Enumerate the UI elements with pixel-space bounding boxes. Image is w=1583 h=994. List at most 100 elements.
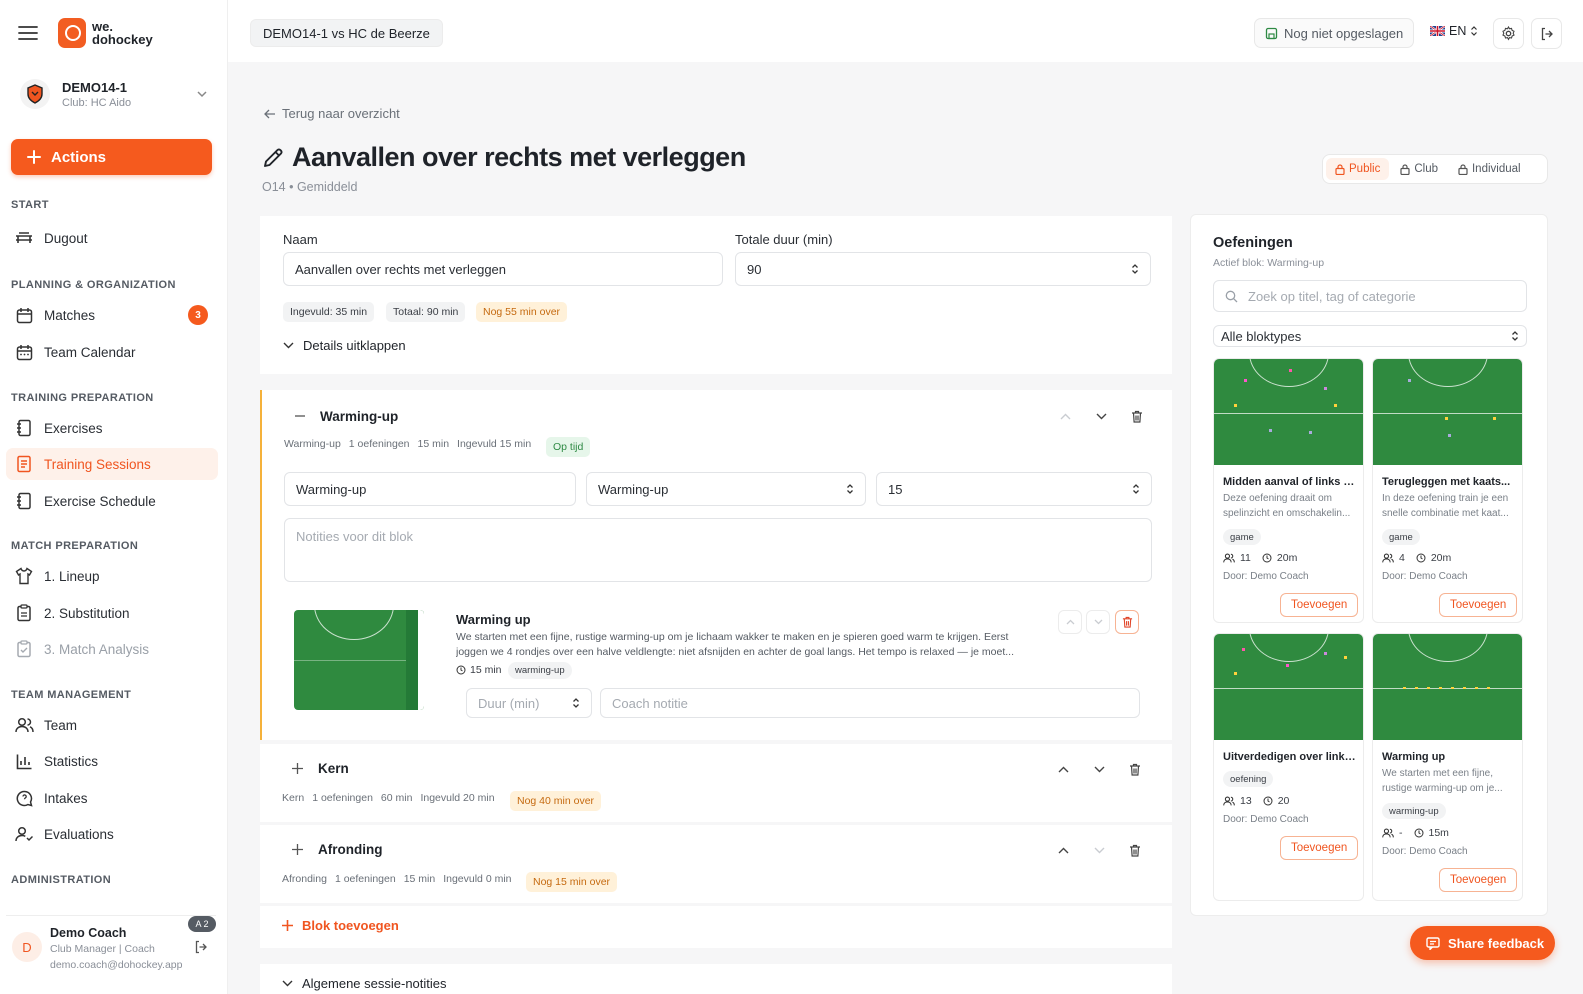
clock-icon <box>456 665 466 675</box>
add-exercise-button[interactable]: Toevoegen <box>1280 836 1359 860</box>
language-selector[interactable]: EN <box>1430 24 1478 38</box>
card-stats: - 15m <box>1382 827 1449 839</box>
remaining-chip: Nog 55 min over <box>476 302 568 322</box>
exercise-duration-input[interactable]: Duur (min) <box>466 688 592 718</box>
general-notes-label: Algemene sessie-notities <box>302 976 447 991</box>
chevron-up-icon[interactable] <box>1057 408 1073 424</box>
chevron-down-icon[interactable] <box>1093 408 1109 424</box>
exercise-move-up[interactable] <box>1058 610 1082 634</box>
nav-substitution[interactable]: 2. Substitution <box>6 597 218 629</box>
chevron-updown-icon <box>846 483 854 495</box>
block-kern-title: Kern <box>318 761 349 776</box>
card-stats: 4 20m <box>1382 552 1451 564</box>
library-filter-select[interactable]: Alle bloktypes <box>1213 325 1527 347</box>
nav-team-calendar[interactable]: Team Calendar <box>6 336 218 368</box>
nav-match-analysis[interactable]: 3. Match Analysis <box>6 633 218 665</box>
chevron-down-icon[interactable] <box>1091 761 1107 777</box>
visibility-individual[interactable]: Individual <box>1449 158 1530 180</box>
actions-button[interactable]: Actions <box>11 139 212 175</box>
nav-team[interactable]: Team <box>6 709 218 741</box>
plus-icon <box>282 920 293 931</box>
total-chip: Totaal: 90 min <box>386 302 466 322</box>
nav-lineup[interactable]: 1. Lineup <box>6 560 218 592</box>
library-search-input[interactable]: Zoek op titel, tag of categorie <box>1213 280 1527 312</box>
add-block-button[interactable]: Blok toevoegen <box>282 918 399 933</box>
library-card[interactable]: Terugleggen met kaats... In deze oefenin… <box>1372 358 1523 623</box>
block-name-input[interactable]: Warming-up <box>284 472 576 506</box>
visibility-individual-label: Individual <box>1471 163 1521 175</box>
stepper-icon[interactable] <box>572 697 580 709</box>
add-exercise-button[interactable]: Toevoegen <box>1280 593 1359 617</box>
save-status[interactable]: Nog niet opgeslagen <box>1254 18 1415 48</box>
visibility-public-label: Public <box>1349 163 1381 175</box>
library-card[interactable]: Midden aanval of links of... Deze oefeni… <box>1213 358 1364 623</box>
general-notes-toggle[interactable]: Algemene sessie-notities <box>282 976 447 991</box>
block-minutes-input[interactable]: 15 <box>876 472 1152 506</box>
card-title: Uitverdedigen over links... <box>1223 751 1357 763</box>
user-name: Demo Coach <box>50 926 127 940</box>
trash-icon[interactable] <box>1127 842 1143 858</box>
duration-input[interactable]: 90 <box>735 252 1151 286</box>
block-notes-textarea[interactable]: Notities voor dit blok <box>284 518 1152 582</box>
library-card[interactable]: Uitverdedigen over links... oefening 13 … <box>1213 633 1364 901</box>
expand-icon[interactable] <box>289 841 305 857</box>
pencil-icon[interactable] <box>262 147 284 169</box>
nav-exercise-schedule[interactable]: Exercise Schedule <box>6 485 218 517</box>
session-details-panel: Naam Aanvallen over rechts met verleggen… <box>260 216 1172 374</box>
meta-count: 1 oefeningen <box>312 792 373 804</box>
stepper-icon[interactable] <box>1132 483 1140 495</box>
block-type-select[interactable]: Warming-up <box>586 472 866 506</box>
card-title: Midden aanval of links of... <box>1223 476 1357 488</box>
card-title: Warming up <box>1382 751 1446 763</box>
details-toggle[interactable]: Details uitklappen <box>283 338 406 353</box>
lock-icon <box>1400 163 1410 175</box>
chevron-up-icon[interactable] <box>1055 761 1071 777</box>
details-toggle-label: Details uitklappen <box>303 338 406 353</box>
trash-icon[interactable] <box>1127 761 1143 777</box>
nav-evaluations[interactable]: Evaluations <box>6 818 218 850</box>
nav-exercises[interactable]: Exercises <box>6 412 218 444</box>
page-title: Aanvallen over rechts met verleggen <box>262 142 746 173</box>
user-card[interactable]: D Demo Coach Club Manager | Coach demo.c… <box>6 915 216 981</box>
add-exercise-button[interactable]: Toevoegen <box>1439 868 1518 892</box>
stepper-icon[interactable] <box>1131 263 1139 275</box>
name-input[interactable]: Aanvallen over rechts met verleggen <box>283 252 723 286</box>
collapse-icon[interactable] <box>292 408 308 424</box>
nav-intakes[interactable]: Intakes <box>6 782 218 814</box>
logout-button[interactable] <box>1531 18 1562 49</box>
expand-icon[interactable] <box>289 760 305 776</box>
calendar-icon <box>14 305 34 325</box>
share-feedback-button[interactable]: Share feedback <box>1410 926 1555 960</box>
feedback-icon <box>1426 936 1440 950</box>
logo[interactable]: we. dohockey <box>58 18 153 48</box>
general-notes-row: Algemene sessie-notities <box>260 964 1172 994</box>
logout-icon[interactable] <box>194 940 208 954</box>
nav-training-sessions[interactable]: Training Sessions <box>6 448 218 480</box>
nav-statistics[interactable]: Statistics <box>6 745 218 777</box>
coach-note-input[interactable]: Coach notitie <box>600 688 1140 718</box>
add-exercise-button[interactable]: Toevoegen <box>1439 593 1518 617</box>
chevron-up-icon[interactable] <box>1055 842 1071 858</box>
card-description: We starten met een fijne, rustige warmin… <box>1382 768 1503 794</box>
menu-icon[interactable] <box>18 25 38 41</box>
chevron-down-icon[interactable] <box>1091 842 1107 858</box>
back-link[interactable]: Terug naar overzicht <box>264 106 400 121</box>
library-card[interactable]: Warming up We starten met een fijne, rus… <box>1372 633 1523 901</box>
nav-dugout[interactable]: Dugout <box>6 222 218 254</box>
nav-matches[interactable]: Matches 3 <box>6 299 218 331</box>
visibility-public[interactable]: Public <box>1326 158 1390 180</box>
nav-exercise-schedule-label: Exercise Schedule <box>44 493 156 509</box>
plus-icon <box>27 150 41 164</box>
trash-icon[interactable] <box>1129 408 1145 424</box>
card-tag: game <box>1223 529 1261 545</box>
match-context-pill[interactable]: DEMO14-1 vs HC de Beerze <box>250 19 443 47</box>
card-time: 15m <box>1428 827 1449 839</box>
card-time: 20 <box>1277 795 1290 807</box>
exercise-remove[interactable] <box>1115 610 1139 634</box>
card-players: 13 <box>1240 795 1252 807</box>
exercise-move-down[interactable] <box>1086 610 1110 634</box>
filled-chip: Ingevuld: 35 min <box>283 302 375 322</box>
team-selector[interactable]: DEMO14-1 Club: HC Aido <box>20 74 208 114</box>
visibility-club[interactable]: Club <box>1391 158 1447 180</box>
settings-button[interactable] <box>1493 18 1524 49</box>
